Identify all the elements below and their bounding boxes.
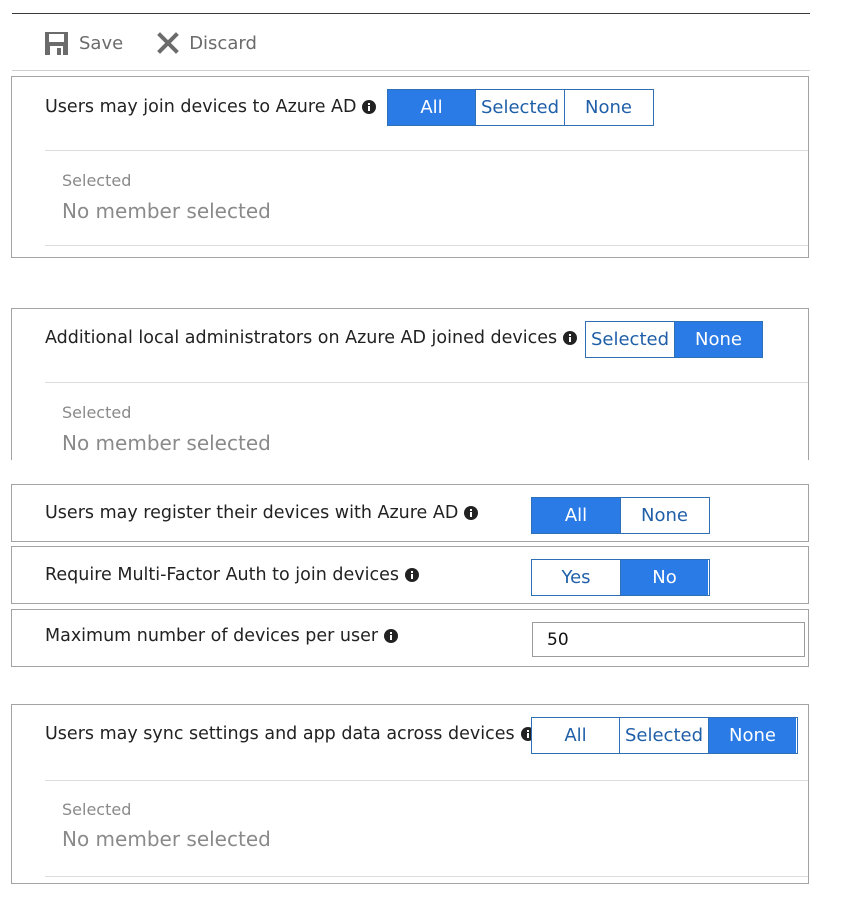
mfa-option-yes[interactable]: Yes <box>532 560 621 595</box>
mfa-option-no[interactable]: No <box>621 560 708 595</box>
divider <box>45 245 808 246</box>
join-devices-panel: Users may join devices to Azure AD All S… <box>11 76 809 258</box>
discard-label: Discard <box>189 32 257 54</box>
selected-members-link[interactable]: No member selected <box>62 199 271 223</box>
info-icon[interactable] <box>404 568 419 582</box>
join-devices-label: Users may join devices to Azure AD <box>45 97 377 117</box>
sync-settings-label: Users may sync settings and app data acr… <box>45 724 535 744</box>
divider <box>45 876 808 877</box>
divider <box>45 780 808 781</box>
local-admins-toggle: Selected None <box>585 321 763 358</box>
sync-settings-toggle: All Selected None <box>531 717 798 754</box>
register-option-none[interactable]: None <box>621 498 708 533</box>
register-devices-label: Users may register their devices with Az… <box>45 503 479 523</box>
info-icon[interactable] <box>384 629 399 643</box>
max-devices-panel: Maximum number of devices per user <box>11 609 809 667</box>
discard-button[interactable]: Discard <box>157 32 257 54</box>
sync-option-all[interactable]: All <box>532 718 620 753</box>
selected-members-link[interactable]: No member selected <box>62 431 271 455</box>
divider <box>45 150 808 151</box>
join-devices-toggle: All Selected None <box>387 89 654 126</box>
close-icon <box>157 32 180 54</box>
admins-option-selected[interactable]: Selected <box>586 322 675 357</box>
mfa-panel: Require Multi-Factor Auth to join device… <box>11 546 809 604</box>
join-option-selected[interactable]: Selected <box>476 90 565 125</box>
save-label: Save <box>79 32 124 54</box>
sync-option-none[interactable]: None <box>709 718 796 753</box>
save-button[interactable]: Save <box>44 31 123 56</box>
mfa-toggle: Yes No <box>531 559 710 596</box>
sync-settings-panel: Users may sync settings and app data acr… <box>11 704 809 884</box>
local-admins-panel: Additional local administrators on Azure… <box>11 308 809 460</box>
selected-caption: Selected <box>62 800 132 819</box>
admins-option-none[interactable]: None <box>675 322 762 357</box>
max-devices-input[interactable] <box>532 622 805 657</box>
divider <box>45 382 808 383</box>
sync-option-selected[interactable]: Selected <box>620 718 709 753</box>
join-option-all[interactable]: All <box>388 90 476 125</box>
selected-caption: Selected <box>62 171 132 190</box>
register-devices-toggle: All None <box>531 497 710 534</box>
register-devices-panel: Users may register their devices with Az… <box>11 484 809 542</box>
info-icon[interactable] <box>464 506 479 520</box>
selected-members-link[interactable]: No member selected <box>62 827 271 851</box>
max-devices-label: Maximum number of devices per user <box>45 626 399 646</box>
save-icon <box>45 31 68 55</box>
toolbar-divider <box>12 70 810 71</box>
join-option-none[interactable]: None <box>565 90 652 125</box>
top-divider <box>12 13 810 14</box>
selected-caption: Selected <box>62 403 132 422</box>
local-admins-label: Additional local administrators on Azure… <box>45 328 578 348</box>
mfa-label: Require Multi-Factor Auth to join device… <box>45 565 419 585</box>
command-bar: Save Discard <box>44 30 291 56</box>
register-option-all[interactable]: All <box>532 498 621 533</box>
info-icon[interactable] <box>563 331 578 345</box>
info-icon[interactable] <box>362 100 377 114</box>
